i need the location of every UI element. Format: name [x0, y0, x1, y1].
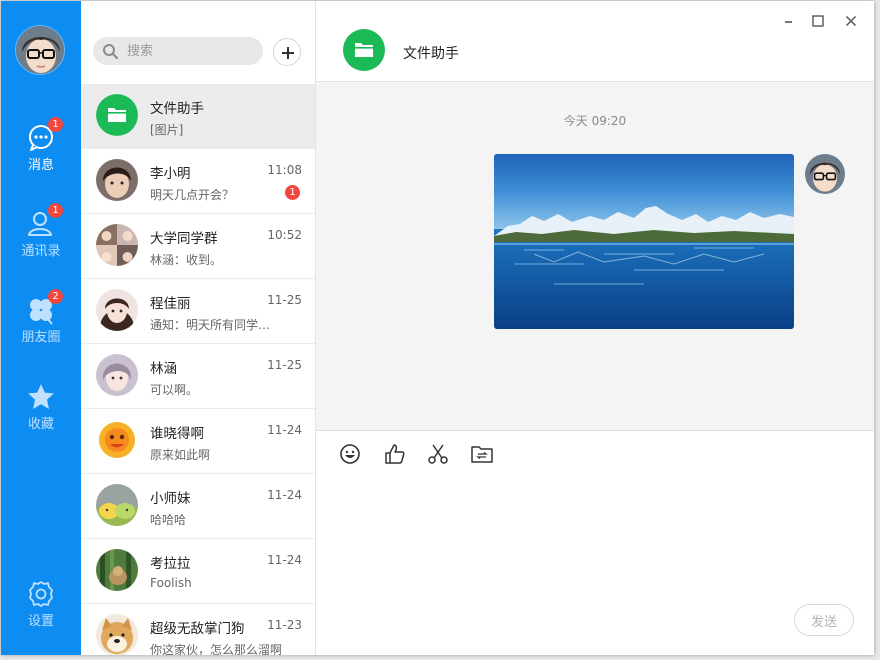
maximize-icon [812, 15, 824, 27]
conversation-name: 李小明 [150, 166, 191, 182]
unread-badge: 1 [285, 185, 300, 200]
star-icon [28, 384, 54, 409]
conversation-preview: 通知：明天所有同学请按时到校参加活动 [150, 318, 282, 332]
conversation-name: 谁晓得啊 [150, 426, 204, 442]
conversation-time: 11-24 [267, 488, 302, 502]
minimize-icon [785, 21, 792, 23]
conversation-preview: 明天几点开会？ [150, 188, 235, 202]
conversation-time: 11-24 [267, 423, 302, 437]
search-icon [103, 44, 119, 60]
smile-icon [340, 444, 360, 464]
thumbs-up-icon [385, 444, 405, 464]
conversation-name: 小师妹 [150, 491, 191, 507]
screenshot-button[interactable] [426, 442, 450, 466]
folder-icon [355, 43, 373, 57]
send-button[interactable]: 发送 [794, 604, 854, 636]
nav-badge: 2 [48, 289, 63, 304]
minimize-button[interactable] [781, 13, 797, 29]
message-timestamp: 今天 09:20 [563, 114, 627, 128]
search-input[interactable] [127, 37, 257, 65]
contact-avatar [96, 484, 138, 526]
chat-header: 文件助手 [316, 1, 874, 82]
conversation-name: 考拉拉 [150, 556, 191, 572]
conversation-time: 11:08 [267, 163, 302, 177]
group-avatar [96, 224, 138, 266]
conversation-preview: 可以啊。 [150, 383, 199, 397]
contact-avatar [96, 289, 138, 331]
nav-label: 通讯录 [21, 244, 61, 259]
left-nav: 1 消息 1 通讯录 2 朋友圈 收藏 设置 [1, 1, 81, 655]
conversation-item[interactable]: 大学同学群 林涵：收到。 10:52 [81, 214, 315, 279]
conversation-item[interactable]: 超级无敌掌门狗 你这家伙，怎么那么溜啊 11-23 [81, 604, 315, 655]
close-button[interactable] [843, 13, 859, 29]
contact-avatar [96, 614, 138, 655]
conversation-item[interactable]: 考拉拉 Foolish 11-24 [81, 539, 315, 604]
contact-avatar [96, 159, 138, 201]
conversation-preview: 原来如此啊 [150, 448, 211, 462]
app-window: 1 消息 1 通讯录 2 朋友圈 收藏 设置 搜索 文件助手 [图片] 李小明 … [1, 1, 874, 655]
message-area: 今天 09:20 [316, 82, 874, 431]
search-box [93, 37, 263, 65]
nav-settings[interactable]: 设置 [1, 579, 81, 641]
conversation-time: 11-23 [267, 618, 302, 632]
conversation-preview: 哈哈哈 [150, 513, 187, 527]
conversation-item[interactable]: 谁晓得啊 原来如此啊 11-24 [81, 409, 315, 474]
nav-label: 收藏 [27, 417, 54, 432]
message-input[interactable] [332, 477, 858, 587]
conversation-name: 林涵 [150, 361, 177, 377]
close-icon [845, 15, 857, 27]
conversation-item[interactable]: 小师妹 哈哈哈 11-24 [81, 474, 315, 539]
folder-icon [108, 108, 126, 122]
conversation-name: 文件助手 [150, 101, 204, 117]
conversation-item[interactable]: 李小明 明天几点开会？ 11:08 1 [81, 149, 315, 214]
contact-avatar [96, 419, 138, 461]
conversation-time: 11-25 [267, 293, 302, 307]
chat-title: 文件助手 [403, 46, 459, 62]
conversation-preview: [图片] [150, 123, 184, 137]
folder-transfer-icon [471, 446, 493, 463]
conversation-item[interactable]: 程佳丽 通知：明天所有同学请按时到校参加活动 11-25 [81, 279, 315, 344]
conversation-item[interactable]: 文件助手 [图片] [81, 84, 315, 149]
add-button[interactable] [273, 38, 301, 66]
conversation-time: 11-24 [267, 553, 302, 567]
conversation-name: 程佳丽 [150, 296, 191, 312]
chat-panel: 文件助手 今天 09:20 发送 [316, 1, 874, 655]
conversation-preview: Foolish [150, 576, 192, 590]
plus-icon [282, 47, 294, 59]
file-helper-avatar [96, 94, 138, 136]
send-file-button[interactable] [470, 442, 494, 466]
scissors-icon [428, 444, 448, 464]
my-avatar[interactable] [15, 25, 65, 75]
contact-avatar [96, 549, 138, 591]
nav-messages[interactable]: 1 消息 [1, 117, 81, 185]
gear-icon [29, 581, 53, 607]
sender-avatar[interactable] [805, 154, 845, 194]
conversation-preview: 你这家伙，怎么那么溜啊 [150, 643, 282, 655]
nav-badge: 1 [48, 203, 63, 218]
conversation-time: 11-25 [267, 358, 302, 372]
conversation-item[interactable]: 林涵 可以啊。 11-25 [81, 344, 315, 409]
nav-badge: 1 [48, 117, 63, 132]
nav-moments[interactable]: 2 朋友圈 [1, 289, 81, 357]
nav-favorites[interactable]: 收藏 [1, 382, 81, 444]
conversation-name: 大学同学群 [150, 231, 218, 247]
conversation-list: 文件助手 [图片] 李小明 明天几点开会？ 11:08 1 [81, 1, 316, 655]
chat-avatar [343, 29, 385, 71]
conversation-name: 超级无敌掌门狗 [150, 621, 245, 637]
contact-avatar [96, 354, 138, 396]
image-message[interactable] [494, 154, 794, 329]
conversation-time: 10:52 [267, 228, 302, 242]
nav-label: 设置 [27, 614, 54, 629]
emoji-button[interactable] [338, 442, 362, 466]
nav-contacts[interactable]: 1 通讯录 [1, 203, 81, 271]
maximize-button[interactable] [810, 13, 826, 29]
conversation-preview: 林涵：收到。 [150, 253, 223, 267]
like-button[interactable] [383, 442, 407, 466]
nav-label: 消息 [27, 158, 54, 173]
nav-label: 朋友圈 [21, 330, 61, 345]
